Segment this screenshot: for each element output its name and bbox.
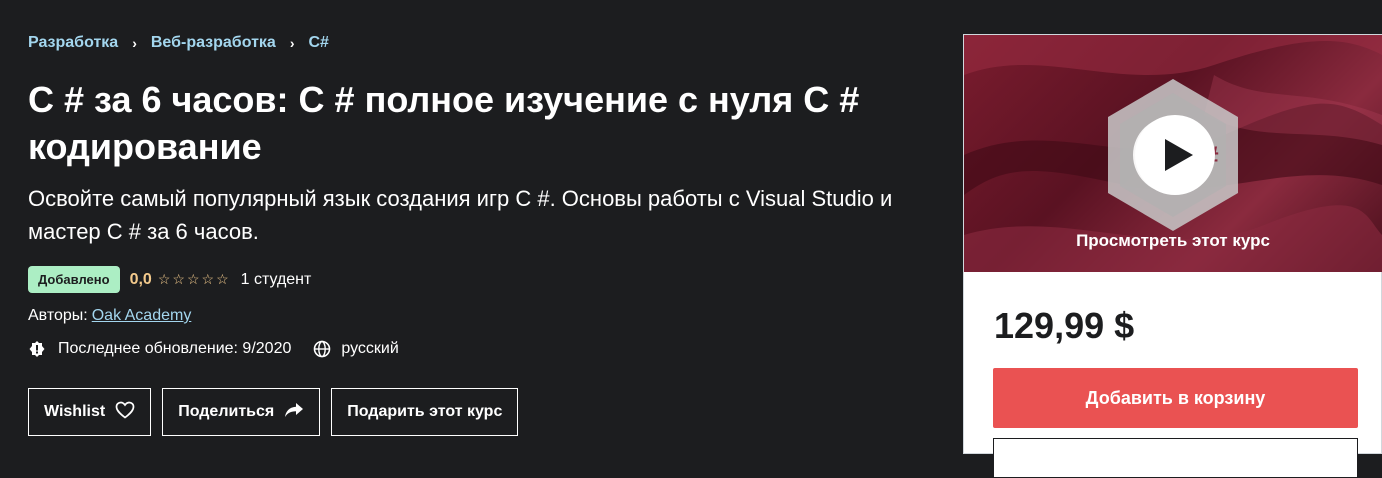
star-empty-icon: ☆ xyxy=(186,271,202,287)
star-empty-icon: ☆ xyxy=(201,271,217,287)
heart-icon xyxy=(115,401,135,424)
course-subtitle: Освойте самый популярный язык создания и… xyxy=(28,186,893,244)
preview-label: Просмотреть этот курс xyxy=(1076,231,1270,250)
wishlist-label: Wishlist xyxy=(44,403,106,420)
star-rating: ☆☆☆☆☆ xyxy=(158,271,231,288)
course-price: 129,99 $ xyxy=(994,305,1135,346)
share-label: Поделиться xyxy=(178,403,275,420)
rating-row: Добавлено 0,0 ☆☆☆☆☆ 1 студент xyxy=(28,266,311,293)
author-link[interactable]: Oak Academy xyxy=(92,307,192,324)
star-empty-icon: ☆ xyxy=(157,271,173,287)
share-button[interactable]: Поделиться xyxy=(162,388,321,436)
gift-label: Подарить этот курс xyxy=(347,403,503,420)
buy-now-button[interactable] xyxy=(993,438,1358,478)
last-update-text: Последнее обновление: 9/2020 xyxy=(58,340,292,357)
add-to-cart-button[interactable]: Добавить в корзину xyxy=(993,368,1358,428)
action-buttons: Wishlist Поделиться Подарить этот курс xyxy=(28,388,529,436)
added-badge: Добавлено xyxy=(28,266,120,293)
alert-badge-icon xyxy=(28,340,46,358)
authors-line: Авторы: Oak Academy xyxy=(28,307,191,325)
authors-label: Авторы: xyxy=(28,307,88,324)
star-empty-icon: ☆ xyxy=(172,271,187,287)
play-icon[interactable] xyxy=(1134,114,1216,196)
course-preview[interactable]: # Просмотреть этот курс xyxy=(964,35,1382,272)
share-arrow-icon xyxy=(284,402,304,423)
purchase-card: # Просмотреть этот курс 129,99 $ Добавит… xyxy=(963,34,1382,478)
course-title: C # за 6 часов: C # полное изучение с ну… xyxy=(28,79,860,167)
breadcrumb: Разработка › Веб-разработка › C# xyxy=(28,34,329,52)
update-info: Последнее обновление: 9/2020 русский xyxy=(28,340,399,358)
star-empty-icon: ☆ xyxy=(216,271,231,287)
chevron-right-icon: › xyxy=(132,35,137,51)
language-info: русский xyxy=(313,340,399,358)
breadcrumb-item-csharp[interactable]: C# xyxy=(308,34,328,52)
rating-value: 0,0 xyxy=(129,270,152,288)
language-text: русский xyxy=(341,340,399,357)
student-count: 1 студент xyxy=(240,270,312,288)
globe-icon xyxy=(313,340,331,358)
gift-course-button[interactable]: Подарить этот курс xyxy=(331,388,519,436)
wishlist-button[interactable]: Wishlist xyxy=(28,388,152,436)
breadcrumb-item-development[interactable]: Разработка xyxy=(28,34,118,52)
breadcrumb-item-web-development[interactable]: Веб-разработка xyxy=(151,34,276,52)
chevron-right-icon: › xyxy=(289,35,295,51)
